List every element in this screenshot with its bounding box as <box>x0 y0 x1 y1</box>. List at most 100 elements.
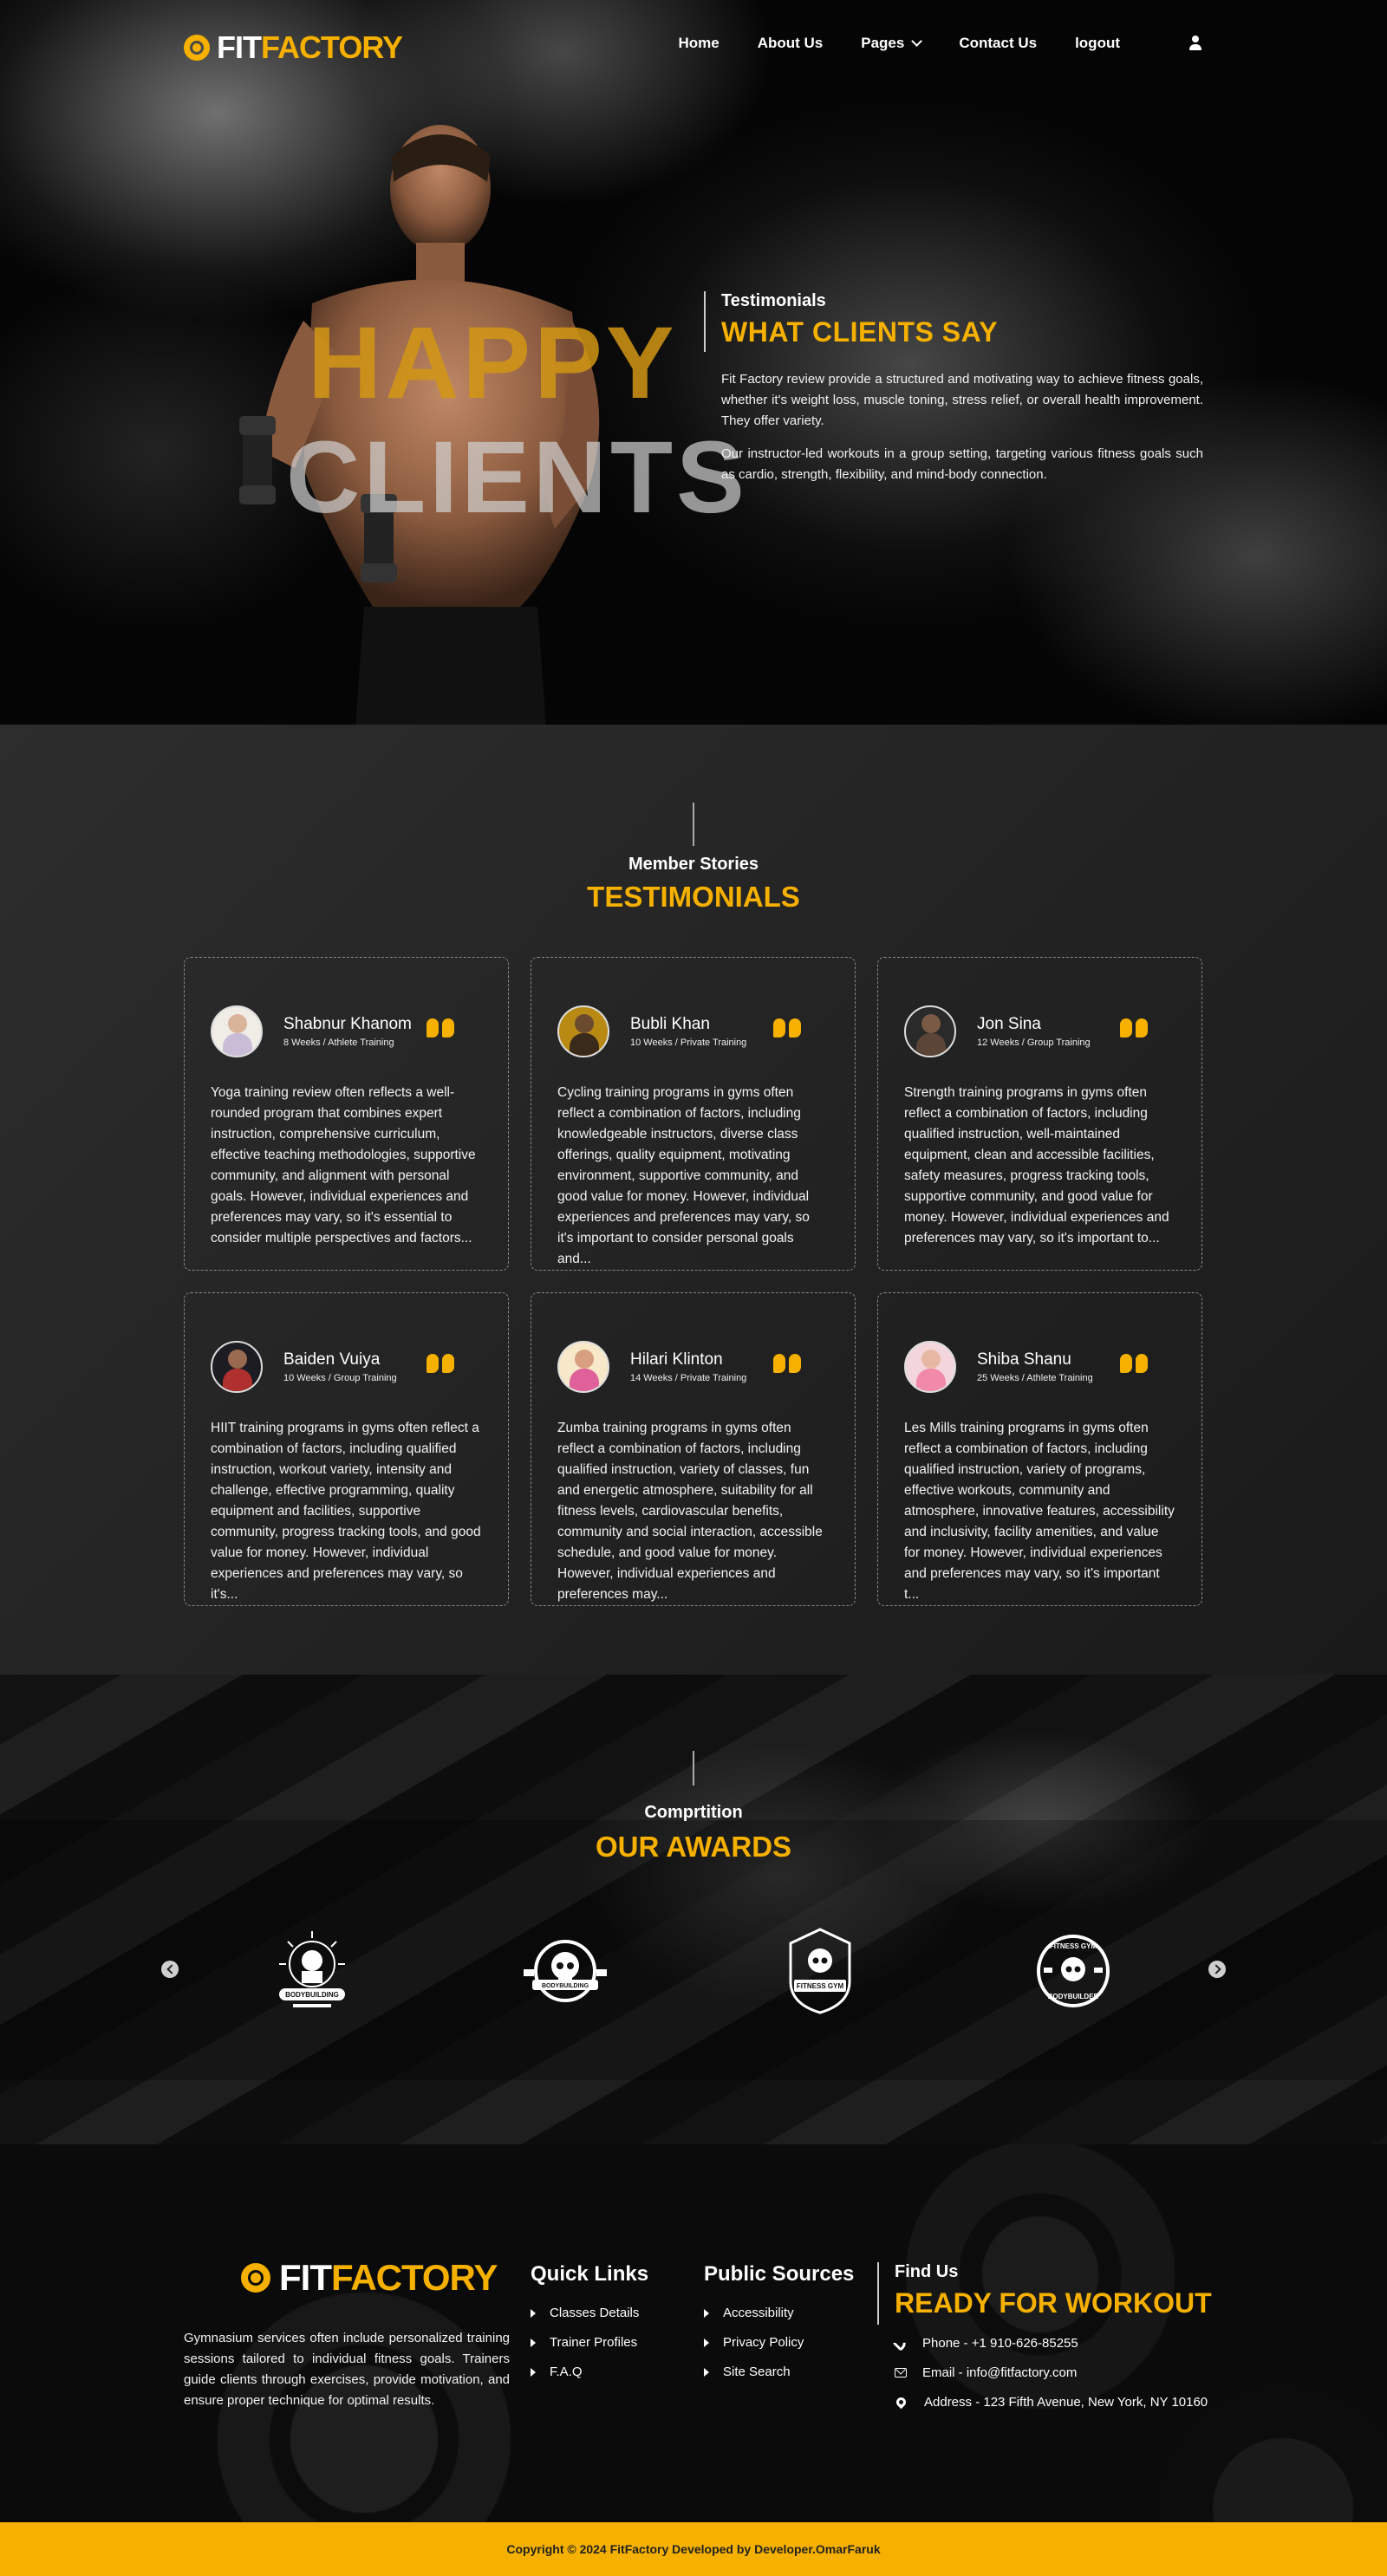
review-text: HIIT training programs in gyms often ref… <box>211 1421 481 1602</box>
award-badge-bodybuilding-icon: BODYBUILDING <box>279 1931 345 2007</box>
award-badge-fitness-gym-icon: FITNESS GYM <box>789 1928 851 2014</box>
quick-link-item[interactable]: Trainer Profiles <box>531 2333 648 2352</box>
hero-section: FIT FACTORY Home About Us Pages Contact … <box>0 0 1387 725</box>
awards-subtitle: Comprtition <box>644 1803 743 1822</box>
reviewer-name: Shiba Shanu <box>977 1350 1071 1369</box>
site-footer: FIT FACTORY Gymnasium services often inc… <box>0 2144 1387 2522</box>
carousel-next-button[interactable] <box>1208 1961 1226 1978</box>
nav-pages[interactable]: Pages <box>861 35 923 52</box>
nav-pages-label: Pages <box>861 35 905 51</box>
testimonial-card: Hilari Klinton 14 Weeks / Private Trainin… <box>531 1292 856 1606</box>
nav-home[interactable]: Home <box>678 35 719 52</box>
hero-paragraph-2: Our instructor-led workouts in a group s… <box>721 446 1203 482</box>
link-label: Privacy Policy <box>723 2335 804 2350</box>
avatar <box>557 1341 609 1393</box>
title-divider <box>877 2262 879 2325</box>
reviewer-name: Bubli Khan <box>630 1015 710 1033</box>
nav-about[interactable]: About Us <box>758 35 824 52</box>
contact-list: Phone - +1 910-626-85255 Email - info@fi… <box>892 2328 1224 2417</box>
awards-section: Comprtition OUR AWARDS BODYBUILDING BODY… <box>0 1675 1387 2144</box>
nav-logout[interactable]: logout <box>1075 35 1120 52</box>
footer-logo[interactable]: FIT FACTORY <box>241 2257 498 2299</box>
awards-title: OUR AWARDS <box>595 1831 792 1863</box>
testimonials-title: TESTIMONIALS <box>587 881 800 913</box>
quick-links: Quick Links Classes Details Trainer Prof… <box>531 2262 648 2392</box>
reviewer-meta: 10 Weeks / Private Training <box>630 1038 747 1048</box>
mail-icon <box>895 2367 907 2378</box>
badge-label: BODYBUILDING <box>542 1983 589 1989</box>
copyright-bar: Copyright © 2024 FitFactory Developed by… <box>0 2522 1387 2576</box>
avatar <box>904 1341 956 1393</box>
hero-word-clients: CLIENTS <box>286 420 748 535</box>
quick-link-item[interactable]: F.A.Q <box>531 2363 648 2381</box>
brand-logo[interactable]: FIT FACTORY <box>184 29 403 66</box>
public-sources: Public Sources Accessibility Privacy Pol… <box>704 2262 854 2392</box>
public-sources-title: Public Sources <box>704 2262 855 2286</box>
hero-intro: Testimonials WHAT CLIENTS SAY Fit Factor… <box>704 291 1203 485</box>
contact-email[interactable]: Email - info@fitfactory.com <box>895 2358 1224 2387</box>
main-menu: Home About Us Pages Contact Us logout <box>640 35 1203 52</box>
testimonials-subtitle: Member Stories <box>628 855 759 874</box>
hero-subtitle: Testimonials <box>721 291 826 310</box>
award-badge-fitness-bodybuilder-icon: FITNESS GYM BODYBUILDER <box>1037 1935 1110 2007</box>
badge-label: BODYBUILDING <box>285 1991 339 1999</box>
quote-icon <box>427 1018 456 1044</box>
link-label: Classes Details <box>550 2306 640 2320</box>
hero-title: WHAT CLIENTS SAY <box>721 316 999 348</box>
reviewer-name: Shabnur Khanom <box>283 1015 412 1033</box>
caret-right-icon <box>531 2308 536 2318</box>
contact-phone[interactable]: Phone - +1 910-626-85255 <box>892 2328 1224 2358</box>
hero-word-happy: HAPPY <box>308 306 678 420</box>
link-label: Trainer Profiles <box>550 2335 638 2350</box>
carousel-prev-button[interactable] <box>161 1961 179 1978</box>
reviewer-meta: 8 Weeks / Athlete Training <box>283 1038 394 1048</box>
review-text: Strength training programs in gyms often… <box>904 1085 1169 1246</box>
testimonials-section: Member Stories TESTIMONIALS Shabnur Khan… <box>0 725 1387 1675</box>
find-us: Find Us READY FOR WORKOUT Phone - +1 910… <box>877 2262 1224 2417</box>
contact-address: Address - 123 Fifth Avenue, New York, NY… <box>894 2387 1224 2417</box>
public-source-item[interactable]: Accessibility <box>704 2304 854 2322</box>
testimonial-card: Bubli Khan 10 Weeks / Private Training Cy… <box>531 957 856 1271</box>
chevron-down-icon <box>911 36 923 47</box>
location-pin-icon <box>894 2395 908 2409</box>
caret-right-icon <box>704 2367 709 2377</box>
avatar <box>211 1005 263 1057</box>
ready-title: READY FOR WORKOUT <box>895 2287 1212 2319</box>
reviewer-meta: 25 Weeks / Athlete Training <box>977 1373 1093 1383</box>
brand-part2: FACTORY <box>260 29 403 65</box>
address-text: Address - 123 Fifth Avenue, New York, NY… <box>924 2394 1208 2410</box>
badge-label-top: FITNESS GYM <box>1050 1942 1097 1950</box>
testimonial-card: Shiba Shanu 25 Weeks / Athlete Training L… <box>877 1292 1202 1606</box>
title-divider <box>704 291 706 352</box>
public-source-item[interactable]: Privacy Policy <box>704 2333 854 2352</box>
footer-about: Gymnasium services often include persona… <box>184 2331 510 2408</box>
badge-label: FITNESS GYM <box>797 1982 844 1990</box>
review-text: Cycling training programs in gyms often … <box>557 1085 810 1266</box>
reviewer-name: Jon Sina <box>977 1015 1041 1033</box>
brand-part1: FIT <box>279 2257 332 2298</box>
email-text: Email - info@fitfactory.com <box>922 2365 1078 2380</box>
badge-label-bottom: BODYBUILDER <box>1048 1993 1099 2000</box>
avatar <box>904 1005 956 1057</box>
testimonial-card: Shabnur Khanom 8 Weeks / Athlete Training… <box>184 957 509 1271</box>
section-divider <box>693 1751 694 1786</box>
award-badge-skull-icon: BODYBUILDING <box>524 1940 607 2002</box>
caret-right-icon <box>704 2308 709 2318</box>
brand-part2: FACTORY <box>330 2257 498 2298</box>
quick-link-item[interactable]: Classes Details <box>531 2304 648 2322</box>
user-icon[interactable] <box>1188 36 1203 51</box>
review-text: Yoga training review often reflects a we… <box>211 1085 476 1246</box>
review-text: Zumba training programs in gyms often re… <box>557 1421 823 1602</box>
quick-links-title: Quick Links <box>531 2262 649 2286</box>
reviewer-name: Baiden Vuiya <box>283 1350 381 1369</box>
brand-part1: FIT <box>217 29 262 65</box>
logo-ring-icon <box>241 2263 270 2293</box>
quote-icon <box>773 1354 803 1380</box>
section-divider <box>693 803 694 846</box>
link-label: Accessibility <box>723 2306 794 2320</box>
caret-right-icon <box>704 2338 709 2347</box>
public-source-item[interactable]: Site Search <box>704 2363 854 2381</box>
review-text: Les Mills training programs in gyms ofte… <box>904 1421 1175 1602</box>
link-label: F.A.Q <box>550 2365 583 2379</box>
nav-contact[interactable]: Contact Us <box>959 35 1037 52</box>
